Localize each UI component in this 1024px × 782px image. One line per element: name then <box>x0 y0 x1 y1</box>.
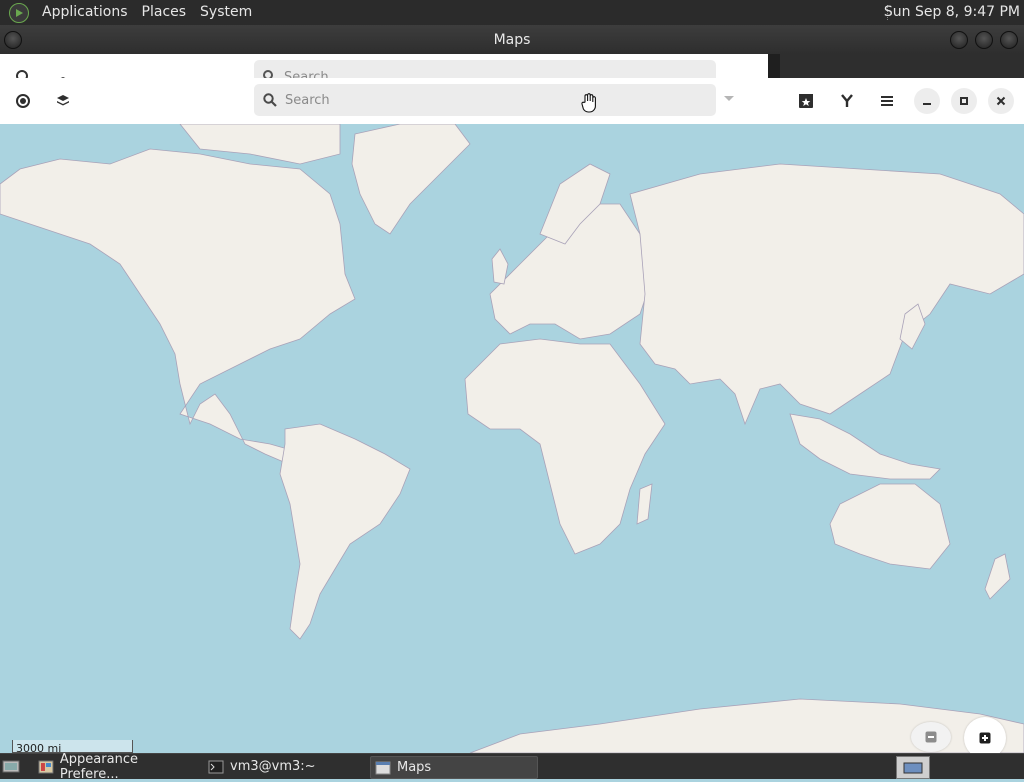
panel-menu: Applications Places System <box>0 0 259 25</box>
location-icon <box>16 94 30 108</box>
appearance-icon <box>38 760 54 773</box>
workspace-window-icon <box>903 762 923 773</box>
search-input[interactable] <box>283 91 687 109</box>
ghost-search-box: Search <box>254 60 716 78</box>
hand-cursor-icon <box>580 93 598 117</box>
world-map[interactable] <box>0 124 1024 753</box>
layers-button[interactable] <box>49 87 77 115</box>
close-window-button[interactable] <box>1000 31 1018 49</box>
show-desktop-button[interactable] <box>2 756 24 777</box>
taskbar: Appearance Prefere... vm3@vm3:~ Maps <box>0 752 1024 782</box>
window-titlebar[interactable]: Maps <box>0 25 1024 54</box>
layers-icon <box>57 95 69 106</box>
main-menu-button[interactable] <box>873 87 901 115</box>
workspace-switcher-1[interactable] <box>896 756 930 779</box>
minimize-button[interactable] <box>914 88 940 114</box>
zoom-out-button[interactable] <box>911 722 951 752</box>
taskbar-item-maps[interactable]: Maps <box>370 756 538 779</box>
terminal-icon <box>208 760 224 773</box>
applications-menu[interactable]: Applications <box>35 0 135 25</box>
ghost-header: Search <box>0 54 768 78</box>
workspace-switcher-2[interactable] <box>930 756 962 777</box>
hamburger-menu-icon <box>881 96 893 106</box>
favorites-star-icon <box>799 94 813 108</box>
taskbar-item-label: Appearance Prefere... <box>59 751 138 782</box>
minimize-window-button[interactable] <box>950 31 968 49</box>
taskbar-item-label: Maps <box>397 760 432 775</box>
window-menu-button[interactable] <box>4 31 22 49</box>
maximize-window-button[interactable] <box>975 31 993 49</box>
clock[interactable]: Sun Sep 8, 9:47 PM <box>884 0 1020 25</box>
zoom-in-icon <box>979 732 991 744</box>
show-desktop-icon <box>2 760 20 772</box>
favorites-button[interactable] <box>792 87 820 115</box>
header-bar <box>0 78 1024 125</box>
current-location-button[interactable] <box>9 87 37 115</box>
places-menu[interactable]: Places <box>135 0 194 25</box>
maps-window-icon <box>375 761 391 774</box>
close-button[interactable] <box>988 88 1014 114</box>
ghost-dark-area <box>780 54 1024 78</box>
zoom-out-icon <box>925 731 937 743</box>
map-view[interactable] <box>0 124 1024 753</box>
search-box[interactable] <box>254 84 716 116</box>
search-dropdown-arrow-icon[interactable] <box>724 96 734 101</box>
top-panel: Applications Places System Sun Sep 8, 9:… <box>0 0 1024 25</box>
maximize-icon <box>960 97 968 105</box>
ghost-search-placeholder: Search <box>284 70 329 78</box>
route-planner-button[interactable] <box>833 87 861 115</box>
ghost-divider <box>768 54 780 78</box>
close-icon <box>996 96 1006 106</box>
taskbar-item-label: vm3@vm3:~ <box>230 759 316 774</box>
distro-logo-icon[interactable] <box>9 2 29 23</box>
window-title: Maps <box>493 32 531 48</box>
search-icon <box>263 93 277 107</box>
taskbar-item-appearance[interactable]: Appearance Prefere... <box>34 752 200 782</box>
taskbar-item-terminal[interactable]: vm3@vm3:~ <box>204 756 364 777</box>
route-icon <box>841 94 853 107</box>
minimize-icon <box>923 103 931 105</box>
ghost-location-icon <box>16 70 28 78</box>
maximize-button[interactable] <box>951 88 977 114</box>
system-menu[interactable]: System <box>193 0 259 25</box>
